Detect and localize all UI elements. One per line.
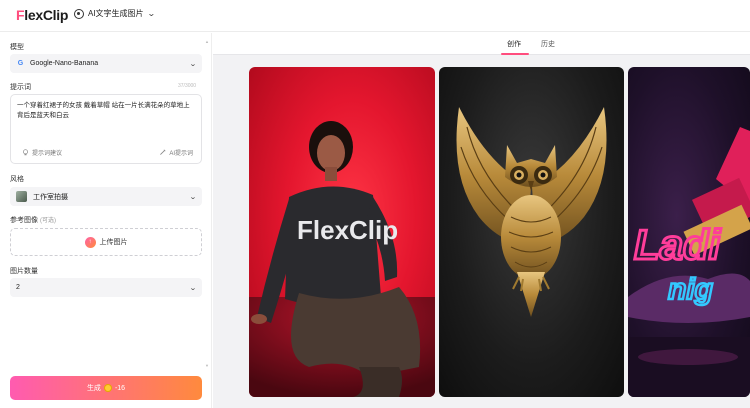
upload-icon: ↑ bbox=[84, 236, 96, 248]
woman-red-background-image: FlexClip bbox=[249, 121, 435, 397]
scroll-up-arrow[interactable]: ▲ bbox=[205, 39, 209, 44]
reference-image-label: 参考图像 (可选) bbox=[10, 217, 56, 224]
image-count-label: 图片数量 bbox=[10, 268, 38, 275]
ai-image-icon bbox=[74, 8, 84, 19]
ai-wand-icon bbox=[160, 149, 166, 155]
prompt-footer: 提示词建议 AI提示词 bbox=[11, 148, 201, 158]
chevron-down-icon: ⌄ bbox=[189, 60, 197, 68]
style-thumbnail bbox=[16, 191, 27, 202]
chevron-down-icon: ⌄ bbox=[189, 284, 197, 292]
top-bar: FlexClip AI文字生成图片 ⌄ bbox=[0, 0, 750, 32]
neon-lipstick-image: Ladi nig bbox=[628, 127, 750, 397]
coin-icon bbox=[103, 384, 112, 392]
lightbulb-icon bbox=[23, 149, 28, 156]
prompt-textarea[interactable]: 一个穿着红裙子的女孩 戴着草帽 站在一片长满花朵的草地上 背后是蓝天和白云 提示… bbox=[10, 94, 202, 164]
generate-label: 生成 bbox=[86, 385, 101, 392]
ai-prompt-button[interactable]: AI提示词 bbox=[159, 148, 193, 157]
flexclip-logo[interactable]: FlexClip bbox=[16, 7, 68, 23]
active-tab-indicator bbox=[501, 53, 529, 55]
prompt-label: 提示词 bbox=[10, 84, 31, 91]
tab-create[interactable]: 创作 bbox=[507, 39, 521, 49]
sample-image-card-3[interactable]: Ladi nig bbox=[628, 67, 750, 397]
sample-image-card-2[interactable] bbox=[439, 67, 624, 397]
prompt-counter: 37/3000 bbox=[178, 83, 197, 89]
golden-owl-image bbox=[456, 107, 607, 317]
ai-prompt-label: AI提示词 bbox=[169, 151, 193, 157]
prompt-suggest-label: 提示词建议 bbox=[32, 151, 63, 157]
image-count-value: 2 bbox=[16, 284, 20, 291]
prompt-text[interactable]: 一个穿着红裙子的女孩 戴着草帽 站在一片长满花朵的草地上 背后是蓝天和白云 bbox=[17, 101, 197, 121]
chevron-down-icon: ⌄ bbox=[189, 193, 197, 201]
tab-history[interactable]: 历史 bbox=[541, 39, 555, 49]
generate-button[interactable]: 生成 -16 bbox=[10, 376, 202, 400]
model-select[interactable]: G Google-Nano-Banana ⌄ bbox=[10, 54, 202, 73]
style-select[interactable]: 工作室拍摄 ⌄ bbox=[10, 187, 202, 206]
upload-image-button[interactable]: ↑ 上传图片 bbox=[10, 228, 202, 256]
prompt-suggest-button[interactable]: 提示词建议 bbox=[22, 148, 62, 157]
tool-switcher[interactable]: AI文字生成图片 ⌄ bbox=[74, 8, 156, 19]
neon-text-line-1: Ladi bbox=[634, 221, 722, 268]
upload-label: 上传图片 bbox=[99, 239, 128, 246]
tool-name: AI文字生成图片 bbox=[88, 9, 144, 18]
main-gallery: 创作 历史 FlexClip Ladi nig bbox=[213, 33, 750, 408]
chevron-down-icon: ⌄ bbox=[146, 9, 156, 18]
generate-cost: -16 bbox=[114, 384, 126, 392]
style-label: 风格 bbox=[10, 176, 24, 183]
model-value: Google-Nano-Banana bbox=[30, 60, 99, 67]
flexclip-shirt-text: FlexClip bbox=[297, 215, 398, 245]
google-icon: G bbox=[17, 60, 24, 67]
style-value: 工作室拍摄 bbox=[33, 193, 68, 201]
scroll-down-arrow[interactable]: ▼ bbox=[205, 363, 209, 368]
sample-image-card-1[interactable]: FlexClip bbox=[249, 67, 435, 397]
model-label: 模型 bbox=[10, 44, 24, 51]
image-count-select[interactable]: 2 ⌄ bbox=[10, 278, 202, 297]
neon-text-line-2: nig bbox=[668, 273, 713, 306]
gallery-tabs: 创作 历史 bbox=[213, 33, 750, 55]
settings-sidebar: ▲ 模型 G Google-Nano-Banana ⌄ 提示词 37/3000 … bbox=[0, 33, 212, 408]
